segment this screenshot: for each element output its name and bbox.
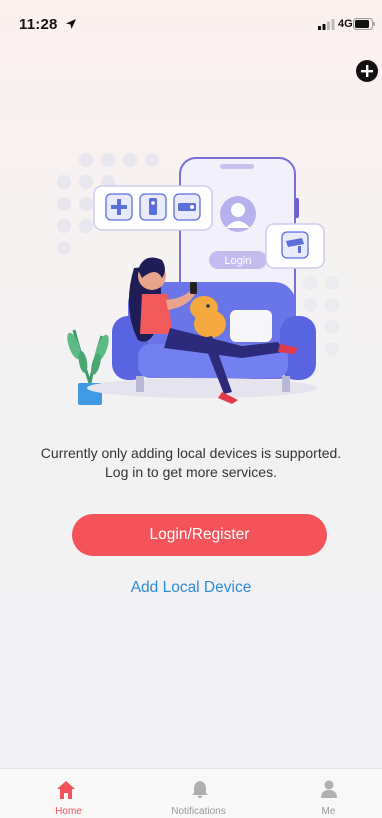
tab-me-label: Me xyxy=(321,806,336,817)
status-time: 11:28 xyxy=(19,16,58,33)
person-icon xyxy=(321,780,337,798)
tab-home-label: Home xyxy=(55,806,82,817)
tab-home[interactable]: Home xyxy=(0,769,127,818)
tab-notifications[interactable]: Notifications xyxy=(127,769,254,818)
tab-bar: Home Notifications Me xyxy=(0,768,382,818)
notice-line-1: Currently only adding local devices is s… xyxy=(40,445,342,461)
location-arrow-icon xyxy=(66,19,76,29)
notice-text: Currently only adding local devices is s… xyxy=(0,444,382,482)
add-local-device-link[interactable]: Add Local Device xyxy=(0,579,382,597)
woman-on-sofa-illustration: Login xyxy=(57,153,339,405)
tab-notifications-label: Notifications xyxy=(171,806,226,817)
notice-line-2: Log in to get more services. xyxy=(105,464,277,480)
home-icon xyxy=(57,781,75,799)
bell-icon xyxy=(192,781,208,798)
login-register-button[interactable]: Login/Register xyxy=(72,514,327,556)
network-type-label: 4G xyxy=(338,18,353,30)
plus-circle-icon xyxy=(361,65,373,77)
battery-icon xyxy=(353,18,375,30)
phone-login-label: Login xyxy=(225,255,252,267)
signal-bars-icon xyxy=(318,19,335,30)
tab-me[interactable]: Me xyxy=(255,769,382,818)
status-bar: 11:28 4G xyxy=(0,0,382,44)
add-device-button[interactable] xyxy=(356,60,378,82)
